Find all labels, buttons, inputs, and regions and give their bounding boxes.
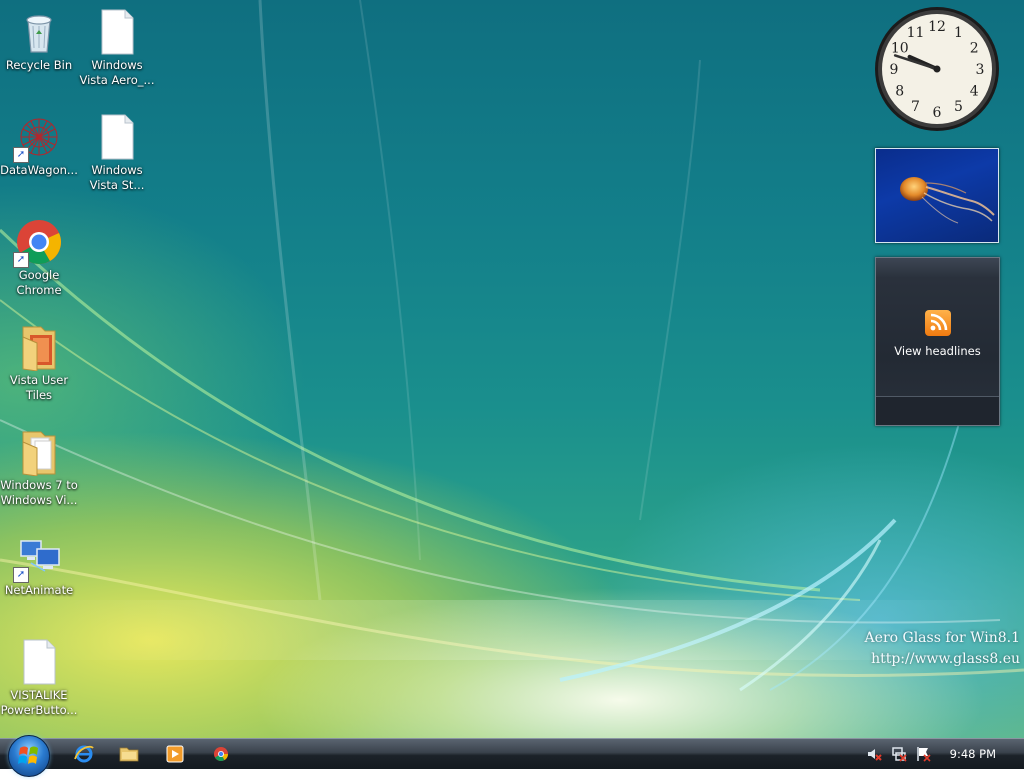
- view-headlines-link[interactable]: View headlines: [876, 344, 999, 358]
- desktop-icon-label: Windows Vista St...: [89, 163, 145, 192]
- desktop-icon-vistalike-powerbutton[interactable]: VISTALIKE PowerButto...: [0, 638, 78, 718]
- taskbar-media-player[interactable]: [164, 743, 186, 765]
- watermark-line-2: http://www.glass8.eu: [871, 651, 1020, 667]
- chrome-icon: ➚: [13, 218, 63, 268]
- clock-numeral: 12: [928, 19, 946, 35]
- desktop-icon-netanimate[interactable]: ➚ NetAnimate: [0, 533, 78, 598]
- watermark-line-1: Aero Glass for Win8.1: [864, 630, 1020, 646]
- clock-numeral: 1: [954, 25, 963, 41]
- folder-icon: [15, 323, 63, 372]
- jellyfish-photo: [900, 177, 995, 224]
- clock-numeral: 11: [907, 25, 925, 41]
- internet-explorer-icon: [74, 745, 94, 763]
- document-icon: [93, 8, 141, 56]
- taskbar-clock[interactable]: 9:48 PM: [950, 747, 996, 761]
- folder-icon: [15, 428, 63, 477]
- clock-numeral: 7: [911, 99, 920, 115]
- clock-numeral: 5: [954, 99, 963, 115]
- network-computers-icon: ➚: [13, 533, 63, 583]
- feed-footer: [876, 396, 999, 425]
- desktop-icon-windows-vista-aero[interactable]: Windows Vista Aero_...: [78, 8, 156, 88]
- clock-gadget[interactable]: 12 1 2 3 4 5 6 7 8 9 10 11: [874, 6, 1000, 132]
- clock-face: 12 12 3 45678 9 1011: [875, 7, 999, 131]
- feed-headlines-gadget[interactable]: View headlines: [875, 257, 1000, 426]
- slideshow-gadget[interactable]: [875, 148, 999, 243]
- shortcut-arrow-icon: ➚: [13, 252, 29, 268]
- taskbar-file-explorer[interactable]: [118, 743, 140, 765]
- media-player-icon: [166, 745, 184, 763]
- desktop-icon-label: DataWagon...: [0, 163, 78, 177]
- desktop-icon-vista-user-tiles[interactable]: Vista User Tiles: [0, 323, 78, 403]
- document-icon: [93, 113, 141, 161]
- chrome-icon: [214, 747, 228, 761]
- shortcut-arrow-icon: ➚: [13, 567, 29, 583]
- desktop-icon-label: Recycle Bin: [5, 58, 73, 72]
- taskbar-internet-explorer[interactable]: [73, 743, 95, 765]
- desktop-icon-label: Windows 7 to Windows Vi...: [0, 478, 78, 507]
- desktop-icon-windows-vista-st[interactable]: Windows Vista St...: [78, 113, 156, 193]
- clock-numeral: 2: [970, 41, 979, 57]
- clock-numeral: 4: [970, 84, 979, 100]
- datawagon-shortcut-icon: ➚: [13, 113, 63, 163]
- clock-numeral: 10: [891, 41, 909, 57]
- file-explorer-icon: [119, 747, 139, 762]
- desktop-icon-windows-7-to-vista[interactable]: Windows 7 to Windows Vi...: [0, 428, 78, 508]
- clock-numeral: 3: [976, 62, 985, 78]
- taskbar-chrome[interactable]: [210, 743, 232, 765]
- clock-numeral: 9: [890, 62, 899, 78]
- taskbar: 9:48 PM: [0, 735, 1024, 777]
- desktop-icon-label: Vista User Tiles: [9, 373, 69, 402]
- action-center-icon[interactable]: [915, 746, 931, 762]
- clock-numeral: 8: [895, 84, 904, 100]
- volume-muted-icon[interactable]: [866, 746, 882, 762]
- recycle-bin-icon: [15, 8, 63, 56]
- desktop[interactable]: Recycle Bin Windows Vista Aero_... ➚ Dat…: [0, 0, 1024, 738]
- desktop-icon-google-chrome[interactable]: ➚ Google Chrome: [0, 218, 78, 298]
- rss-icon: [925, 310, 951, 336]
- desktop-icon-datawagon[interactable]: ➚ DataWagon...: [0, 113, 78, 178]
- windows-logo-icon: [18, 746, 38, 764]
- start-button[interactable]: [8, 735, 50, 777]
- desktop-icon-recycle-bin[interactable]: Recycle Bin: [0, 8, 78, 73]
- desktop-icon-label: Google Chrome: [16, 268, 62, 297]
- desktop-icon-label: Windows Vista Aero_...: [79, 58, 155, 87]
- desktop-icon-label: VISTALIKE PowerButto...: [0, 688, 78, 717]
- network-disconnected-icon[interactable]: [891, 746, 907, 762]
- document-icon: [15, 638, 63, 686]
- aero-glass-watermark: Aero Glass for Win8.1 http://www.glass8.…: [865, 628, 1020, 670]
- shortcut-arrow-icon: ➚: [13, 147, 29, 163]
- clock-numeral: 6: [933, 105, 942, 121]
- desktop-icon-label: NetAnimate: [4, 583, 74, 597]
